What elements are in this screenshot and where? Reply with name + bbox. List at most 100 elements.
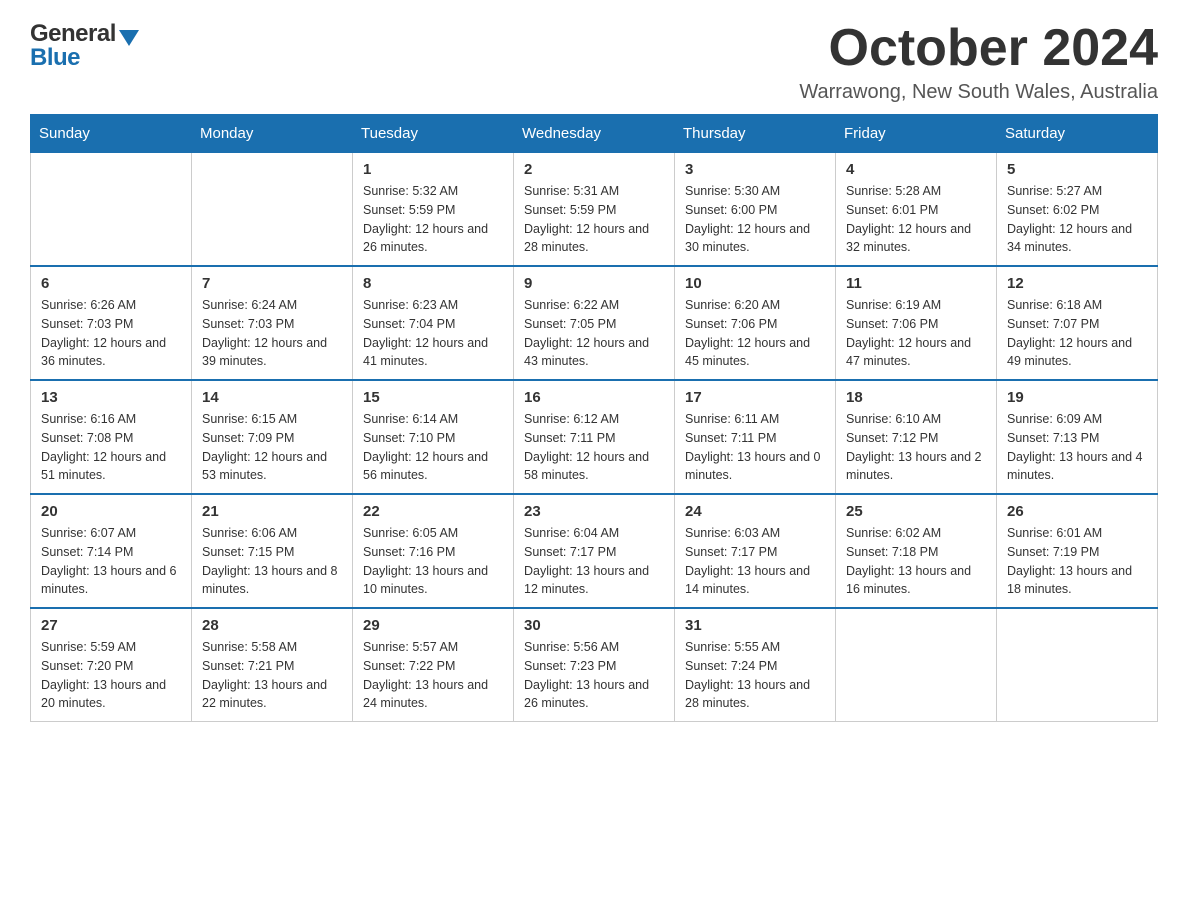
day-number: 17 (685, 389, 825, 406)
day-info: Sunrise: 6:18 AMSunset: 7:07 PMDaylight:… (1007, 296, 1147, 371)
day-info: Sunrise: 6:01 AMSunset: 7:19 PMDaylight:… (1007, 524, 1147, 599)
calendar-week-row: 13Sunrise: 6:16 AMSunset: 7:08 PMDayligh… (31, 380, 1158, 494)
day-info: Sunrise: 6:22 AMSunset: 7:05 PMDaylight:… (524, 296, 664, 371)
day-info: Sunrise: 5:56 AMSunset: 7:23 PMDaylight:… (524, 638, 664, 713)
page-header: General Blue October 2024 Warrawong, New… (30, 20, 1158, 104)
calendar-day-header: Saturday (997, 115, 1158, 153)
calendar-cell: 5Sunrise: 5:27 AMSunset: 6:02 PMDaylight… (997, 153, 1158, 267)
day-number: 28 (202, 617, 342, 634)
calendar-cell: 22 Sunrise: 6:05 AMSunset: 7:16 PMDayligh… (353, 494, 514, 608)
calendar-cell: 18 Sunrise: 6:10 AMSunset: 7:12 PMDayligh… (836, 380, 997, 494)
day-info: Sunrise: 6:20 AMSunset: 7:06 PMDaylight:… (685, 296, 825, 371)
calendar-week-row: 1Sunrise: 5:32 AMSunset: 5:59 PMDaylight… (31, 153, 1158, 267)
day-number: 11 (846, 275, 986, 292)
day-number: 1 (363, 161, 503, 178)
day-info: Sunrise: 5:55 AMSunset: 7:24 PMDaylight:… (685, 638, 825, 713)
day-info: Sunrise: 6:10 AMSunset: 7:12 PMDaylight:… (846, 410, 986, 485)
logo: General Blue (30, 20, 139, 72)
calendar-cell (836, 608, 997, 722)
calendar-cell: 28 Sunrise: 5:58 AMSunset: 7:21 PMDayligh… (192, 608, 353, 722)
day-info: Sunrise: 6:15 AMSunset: 7:09 PMDaylight:… (202, 410, 342, 485)
day-info: Sunrise: 5:27 AMSunset: 6:02 PMDaylight:… (1007, 182, 1147, 257)
day-number: 19 (1007, 389, 1147, 406)
day-number: 25 (846, 503, 986, 520)
calendar-cell: 25 Sunrise: 6:02 AMSunset: 7:18 PMDayligh… (836, 494, 997, 608)
day-number: 14 (202, 389, 342, 406)
calendar-cell (997, 608, 1158, 722)
calendar-cell: 30Sunrise: 5:56 AMSunset: 7:23 PMDayligh… (514, 608, 675, 722)
day-number: 9 (524, 275, 664, 292)
day-info: Sunrise: 6:06 AMSunset: 7:15 PMDaylight:… (202, 524, 342, 599)
day-number: 29 (363, 617, 503, 634)
calendar-cell: 12 Sunrise: 6:18 AMSunset: 7:07 PMDayligh… (997, 266, 1158, 380)
calendar-cell: 16 Sunrise: 6:12 AMSunset: 7:11 PMDayligh… (514, 380, 675, 494)
day-info: Sunrise: 6:04 AMSunset: 7:17 PMDaylight:… (524, 524, 664, 599)
day-number: 26 (1007, 503, 1147, 520)
calendar-day-header: Sunday (31, 115, 192, 153)
calendar-cell: 29 Sunrise: 5:57 AMSunset: 7:22 PMDayligh… (353, 608, 514, 722)
day-number: 18 (846, 389, 986, 406)
day-info: Sunrise: 5:59 AMSunset: 7:20 PMDaylight:… (41, 638, 181, 713)
calendar-day-header: Friday (836, 115, 997, 153)
day-number: 13 (41, 389, 181, 406)
calendar-cell (31, 153, 192, 267)
day-info: Sunrise: 6:05 AMSunset: 7:16 PMDaylight:… (363, 524, 503, 599)
calendar-cell: 23 Sunrise: 6:04 AMSunset: 7:17 PMDayligh… (514, 494, 675, 608)
calendar-cell: 8 Sunrise: 6:23 AMSunset: 7:04 PMDaylight… (353, 266, 514, 380)
day-number: 10 (685, 275, 825, 292)
day-number: 21 (202, 503, 342, 520)
day-info: Sunrise: 6:12 AMSunset: 7:11 PMDaylight:… (524, 410, 664, 485)
calendar-day-header: Monday (192, 115, 353, 153)
calendar-week-row: 6 Sunrise: 6:26 AMSunset: 7:03 PMDaylight… (31, 266, 1158, 380)
day-number: 22 (363, 503, 503, 520)
logo-blue-text: Blue (30, 44, 80, 72)
calendar-cell: 14 Sunrise: 6:15 AMSunset: 7:09 PMDayligh… (192, 380, 353, 494)
calendar-cell: 26 Sunrise: 6:01 AMSunset: 7:19 PMDayligh… (997, 494, 1158, 608)
title-block: October 2024 Warrawong, New South Wales,… (799, 20, 1158, 104)
day-info: Sunrise: 6:11 AMSunset: 7:11 PMDaylight:… (685, 410, 825, 485)
calendar-cell (192, 153, 353, 267)
day-number: 15 (363, 389, 503, 406)
day-info: Sunrise: 5:30 AMSunset: 6:00 PMDaylight:… (685, 182, 825, 257)
day-number: 20 (41, 503, 181, 520)
day-info: Sunrise: 6:09 AMSunset: 7:13 PMDaylight:… (1007, 410, 1147, 485)
calendar-header-row: SundayMondayTuesdayWednesdayThursdayFrid… (31, 115, 1158, 153)
calendar-cell: 31Sunrise: 5:55 AMSunset: 7:24 PMDayligh… (675, 608, 836, 722)
month-title: October 2024 (799, 20, 1158, 77)
day-number: 7 (202, 275, 342, 292)
calendar-cell: 7 Sunrise: 6:24 AMSunset: 7:03 PMDaylight… (192, 266, 353, 380)
day-info: Sunrise: 6:07 AMSunset: 7:14 PMDaylight:… (41, 524, 181, 599)
day-number: 6 (41, 275, 181, 292)
calendar-week-row: 27 Sunrise: 5:59 AMSunset: 7:20 PMDayligh… (31, 608, 1158, 722)
calendar-cell: 10 Sunrise: 6:20 AMSunset: 7:06 PMDayligh… (675, 266, 836, 380)
day-info: Sunrise: 6:14 AMSunset: 7:10 PMDaylight:… (363, 410, 503, 485)
day-info: Sunrise: 6:26 AMSunset: 7:03 PMDaylight:… (41, 296, 181, 371)
day-number: 8 (363, 275, 503, 292)
day-number: 27 (41, 617, 181, 634)
day-info: Sunrise: 6:02 AMSunset: 7:18 PMDaylight:… (846, 524, 986, 599)
calendar-cell: 9 Sunrise: 6:22 AMSunset: 7:05 PMDaylight… (514, 266, 675, 380)
day-number: 2 (524, 161, 664, 178)
calendar-cell: 19 Sunrise: 6:09 AMSunset: 7:13 PMDayligh… (997, 380, 1158, 494)
day-info: Sunrise: 6:23 AMSunset: 7:04 PMDaylight:… (363, 296, 503, 371)
calendar-table: SundayMondayTuesdayWednesdayThursdayFrid… (30, 114, 1158, 722)
calendar-day-header: Wednesday (514, 115, 675, 153)
calendar-day-header: Tuesday (353, 115, 514, 153)
calendar-cell: 4 Sunrise: 5:28 AMSunset: 6:01 PMDaylight… (836, 153, 997, 267)
calendar-cell: 1Sunrise: 5:32 AMSunset: 5:59 PMDaylight… (353, 153, 514, 267)
day-info: Sunrise: 5:57 AMSunset: 7:22 PMDaylight:… (363, 638, 503, 713)
day-number: 16 (524, 389, 664, 406)
day-info: Sunrise: 6:19 AMSunset: 7:06 PMDaylight:… (846, 296, 986, 371)
calendar-cell: 17 Sunrise: 6:11 AMSunset: 7:11 PMDayligh… (675, 380, 836, 494)
calendar-week-row: 20 Sunrise: 6:07 AMSunset: 7:14 PMDayligh… (31, 494, 1158, 608)
day-number: 4 (846, 161, 986, 178)
calendar-cell: 13Sunrise: 6:16 AMSunset: 7:08 PMDayligh… (31, 380, 192, 494)
day-info: Sunrise: 6:24 AMSunset: 7:03 PMDaylight:… (202, 296, 342, 371)
day-info: Sunrise: 5:58 AMSunset: 7:21 PMDaylight:… (202, 638, 342, 713)
day-info: Sunrise: 5:28 AMSunset: 6:01 PMDaylight:… (846, 182, 986, 257)
day-number: 12 (1007, 275, 1147, 292)
calendar-cell: 3 Sunrise: 5:30 AMSunset: 6:00 PMDaylight… (675, 153, 836, 267)
day-number: 23 (524, 503, 664, 520)
calendar-cell: 21 Sunrise: 6:06 AMSunset: 7:15 PMDayligh… (192, 494, 353, 608)
day-number: 3 (685, 161, 825, 178)
